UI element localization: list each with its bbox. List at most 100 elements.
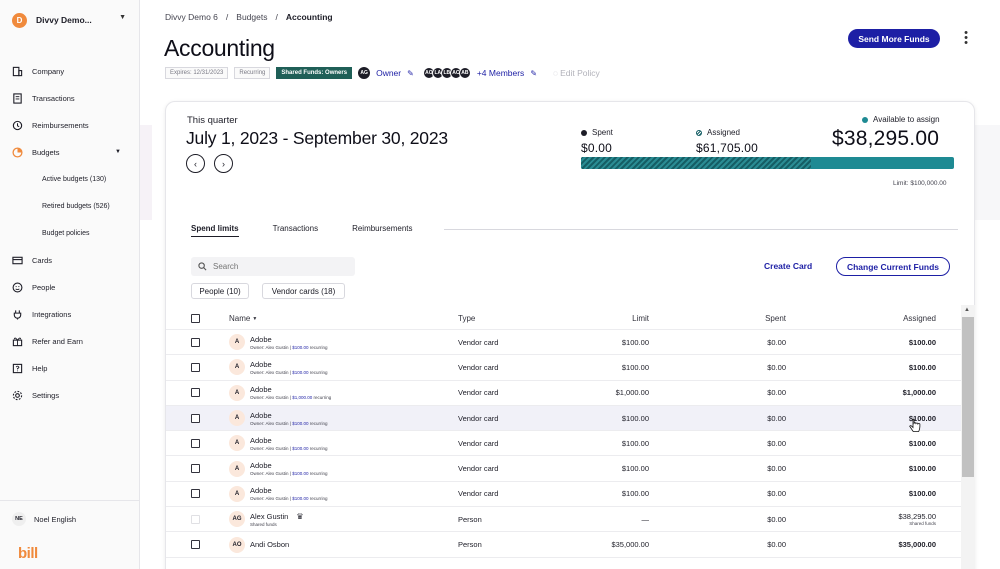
sidebar-item-transactions[interactable]: Transactions	[0, 85, 139, 112]
members-link[interactable]: +4 Members	[477, 68, 524, 78]
scroll-thumb[interactable]	[962, 317, 974, 477]
change-current-funds-button[interactable]: Change Current Funds	[836, 257, 950, 276]
more-options-icon[interactable]: • • •	[962, 28, 970, 49]
assigned-value: $100.00	[908, 362, 936, 372]
vendor-cards-filter-chip[interactable]: Vendor cards (18)	[262, 283, 345, 299]
recurring-text: recurring	[309, 420, 328, 426]
assigned-cell-wrap: $100.00	[836, 406, 936, 430]
table-row[interactable]: A Adobe Owner: Alex Gustin | $100.00 rec…	[166, 330, 961, 356]
edit-owner-icon[interactable]: ✎	[407, 69, 414, 78]
row-checkbox[interactable]	[191, 362, 200, 372]
breadcrumb: Divvy Demo 6 / Budgets / Accounting	[165, 12, 333, 22]
sort-desc-icon: ▼	[252, 315, 258, 322]
select-all-cell	[191, 308, 200, 329]
select-all-checkbox[interactable]	[191, 314, 200, 323]
row-name[interactable]: Adobe	[250, 436, 272, 445]
row-name[interactable]: Alex Gustin	[250, 512, 288, 521]
search-icon	[198, 262, 207, 271]
tab-spend-limits[interactable]: Spend limits	[191, 224, 239, 237]
tab-transactions[interactable]: Transactions	[273, 224, 319, 237]
edit-members-icon[interactable]: ✎	[530, 69, 537, 78]
avatar: A	[229, 384, 245, 401]
shared-funds-label: Shared funds	[909, 521, 936, 527]
breadcrumb-current: Accounting	[285, 12, 333, 22]
page-title: Accounting	[164, 35, 275, 61]
sidebar-item-refer-and-earn[interactable]: Refer and Earn	[0, 328, 139, 355]
row-checkbox[interactable]	[191, 388, 200, 398]
table-row[interactable]: A Adobe Owner: Alex Gustin | $100.00 rec…	[166, 431, 961, 457]
row-name[interactable]: Adobe	[250, 385, 272, 394]
people-filter-chip[interactable]: People (10)	[191, 283, 249, 299]
sidebar-item-help[interactable]: Help	[0, 355, 139, 382]
org-avatar: D	[12, 12, 27, 28]
name-block: Adobe Owner: Alex Gustin | $100.00 recur…	[250, 461, 328, 476]
table-row[interactable]: A Adobe Owner: Alex Gustin | $100.00 rec…	[166, 405, 961, 432]
row-checkbox[interactable]	[191, 413, 200, 423]
table-row[interactable]: AO Andi Osbon Person $35,000.00 $0.00 $3…	[166, 532, 961, 558]
limit-cell: $100.00	[621, 362, 649, 372]
expires-tag: Expires: 12/31/2023	[165, 67, 229, 79]
next-period-button[interactable]: ›	[214, 154, 233, 173]
name-cell: A Adobe Owner: Alex Gustin | $100.00 rec…	[229, 406, 328, 430]
row-checkbox[interactable]	[191, 464, 200, 474]
row-checkbox[interactable]	[191, 438, 200, 448]
breadcrumb-budgets[interactable]: Budgets	[236, 12, 267, 22]
avatar: A	[229, 334, 245, 351]
sidebar-item-integrations[interactable]: Integrations	[0, 301, 139, 328]
sidebar-item-settings[interactable]: Settings	[0, 382, 139, 409]
sidebar-item-budget-policies[interactable]: Budget policies	[0, 220, 139, 247]
row-checkbox[interactable]	[191, 489, 200, 499]
table-row[interactable]: A Adobe Owner: Alex Gustin | $100.00 rec…	[166, 456, 961, 482]
table-row[interactable]: A Adobe Owner: Alex Gustin | $1,000.00 r…	[166, 381, 961, 406]
breadcrumb-org[interactable]: Divvy Demo 6	[165, 12, 218, 22]
checkbox-cell	[191, 431, 200, 455]
edit-policy-button[interactable]: Edit Policy	[560, 68, 600, 78]
sidebar-item-retired-budgets[interactable]: Retired budgets (526)	[0, 193, 139, 220]
spent-cell: $0.00	[767, 362, 786, 372]
scrollbar[interactable]: ▲	[961, 305, 975, 569]
row-name[interactable]: Adobe	[250, 360, 272, 369]
background-decoration	[975, 125, 1000, 220]
table-row[interactable]: AG Alex Gustin ♛ Shared funds Person — $0…	[166, 507, 961, 533]
sidebar-item-reimbursements[interactable]: Reimbursements	[0, 112, 139, 139]
type-cell: Person	[458, 514, 482, 524]
org-switcher[interactable]: D Divvy Demo... ▼	[12, 11, 130, 29]
check-circle-icon: ◌	[553, 68, 559, 78]
assigned-dot-icon	[696, 129, 702, 136]
tab-reimbursements[interactable]: Reimbursements	[352, 224, 412, 237]
row-name[interactable]: Adobe	[250, 486, 272, 495]
gear-icon	[12, 390, 23, 401]
row-checkbox[interactable]	[191, 337, 200, 347]
send-more-funds-button[interactable]: Send More Funds	[848, 29, 940, 48]
sidebar-item-label: Budgets	[32, 148, 60, 157]
row-name[interactable]: Adobe	[250, 461, 272, 470]
table-row[interactable]: A Adobe Owner: Alex Gustin | $100.00 rec…	[166, 355, 961, 381]
assigned-value: $1,000.00	[902, 388, 936, 398]
user-menu[interactable]: NE Noel English	[12, 512, 76, 526]
row-checkbox[interactable]	[191, 540, 200, 550]
table-row[interactable]: A Adobe Owner: Alex Gustin | $100.00 rec…	[166, 482, 961, 508]
owner-avatar: AG	[358, 67, 371, 79]
scroll-up-icon[interactable]: ▲	[964, 307, 970, 313]
previous-period-button[interactable]: ‹	[186, 154, 205, 173]
create-card-button[interactable]: Create Card	[764, 261, 812, 271]
sidebar-item-people[interactable]: People	[0, 274, 139, 301]
assigned-cell-wrap: $100.00	[836, 456, 936, 480]
owner-link[interactable]: Owner	[376, 68, 401, 78]
sidebar-item-budgets[interactable]: Budgets ▼	[0, 139, 139, 166]
search-input[interactable]	[213, 262, 343, 271]
recurring-amount: $100.00	[292, 445, 309, 451]
type-header: Type	[458, 314, 476, 323]
name-line: Adobe	[250, 436, 328, 445]
sidebar-item-active-budgets[interactable]: Active budgets (130)	[0, 166, 139, 193]
owner-detail: Owner: Alex Gustin | $100.00 recurring	[250, 345, 328, 350]
sidebar-item-cards[interactable]: Cards	[0, 247, 139, 274]
row-name[interactable]: Adobe	[250, 335, 272, 344]
type-cell: Vendor card	[458, 438, 499, 448]
breadcrumb-separator: /	[275, 12, 278, 22]
sidebar-item-company[interactable]: Company	[0, 58, 139, 85]
row-name[interactable]: Adobe	[250, 411, 272, 420]
name-header[interactable]: Name ▼	[229, 308, 257, 329]
row-name[interactable]: Andi Osbon	[250, 540, 289, 549]
checkbox-cell	[191, 532, 200, 556]
